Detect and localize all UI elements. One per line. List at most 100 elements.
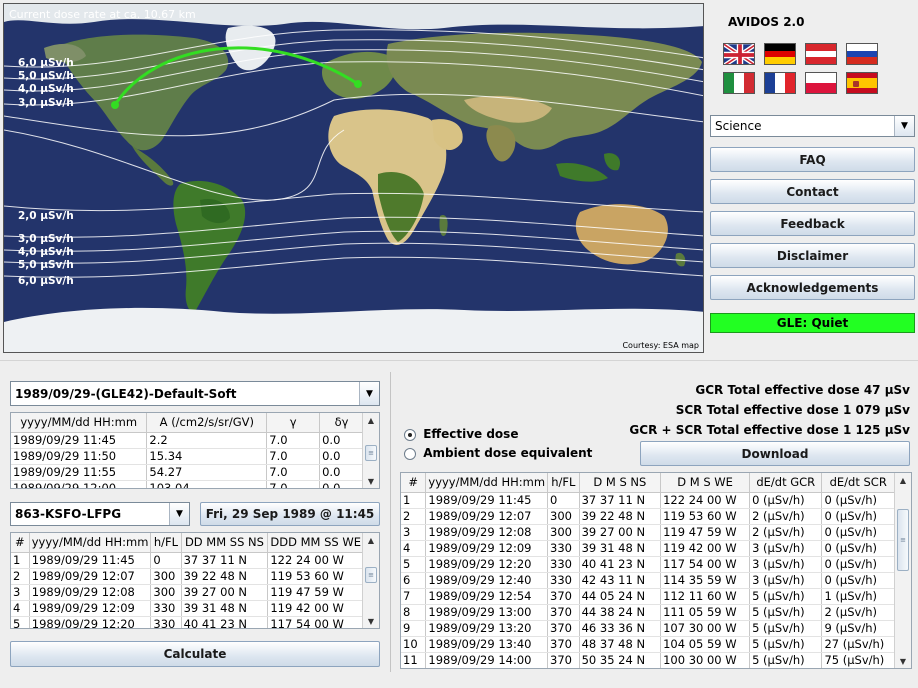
mode-select[interactable]: Science ▼ bbox=[710, 115, 915, 137]
scroll-thumb[interactable]: ≡ bbox=[365, 445, 377, 461]
scenario-select[interactable]: 1989/09/29-(GLE42)-Default-Soft ▼ bbox=[10, 381, 380, 406]
poland-flag-icon[interactable] bbox=[805, 72, 837, 94]
table-row[interactable]: 1989/09/29 11:55 54.27 7.0 0.0 bbox=[11, 464, 364, 481]
table-row[interactable]: 3 1989/09/29 12:08 300 39 27 00 N 119 47… bbox=[11, 584, 364, 601]
column-header[interactable]: yyyy/MM/dd HH:mm bbox=[29, 533, 152, 553]
table-cell: 46 33 36 N bbox=[579, 620, 662, 637]
results-table[interactable]: # yyyy/MM/dd HH:mm h/FL D M S NS D M S W… bbox=[400, 472, 912, 669]
ambient-dose-radio[interactable]: Ambient dose equivalent bbox=[404, 446, 592, 460]
table-row[interactable]: 1989/09/29 11:50 15.34 7.0 0.0 bbox=[11, 448, 364, 465]
table-row[interactable]: 4 1989/09/29 12:09 330 39 31 48 N 119 42… bbox=[11, 600, 364, 617]
results-table-scrollbar[interactable]: ▲ ≡ ▼ bbox=[894, 473, 911, 668]
table-row[interactable]: 7 1989/09/29 12:54 370 44 05 24 N 112 11… bbox=[401, 588, 895, 605]
table-row[interactable]: 5 1989/09/29 12:20 330 40 41 23 N 117 54… bbox=[11, 616, 364, 628]
table-cell: 15.34 bbox=[146, 448, 268, 465]
effective-dose-radio[interactable]: Effective dose bbox=[404, 427, 518, 441]
table-cell: 0.0 bbox=[319, 480, 364, 488]
table-cell: 54.27 bbox=[146, 464, 268, 481]
table-cell: 48 37 48 N bbox=[579, 636, 662, 653]
table-row[interactable]: 1 1989/09/29 11:45 0 37 37 11 N 122 24 0… bbox=[401, 492, 895, 509]
column-header[interactable]: D M S WE bbox=[660, 473, 751, 493]
scroll-down-icon[interactable]: ▼ bbox=[895, 654, 911, 668]
chevron-down-icon[interactable]: ▼ bbox=[169, 503, 189, 525]
germany-flag-icon[interactable] bbox=[764, 43, 796, 65]
table-cell: 1989/09/29 12:20 bbox=[29, 616, 152, 628]
faq-button[interactable]: FAQ bbox=[710, 147, 915, 172]
table-row[interactable]: 2 1989/09/29 12:07 300 39 22 48 N 119 53… bbox=[11, 568, 364, 585]
table-cell: 39 27 00 N bbox=[579, 524, 662, 541]
column-header[interactable]: h/FL bbox=[547, 473, 580, 493]
table-cell: 0 (µSv/h) bbox=[821, 508, 895, 525]
north-dose-labels: 6,0 µSv/h 5,0 µSv/h 4,0 µSv/h 3,0 µSv/h bbox=[18, 56, 74, 110]
scroll-down-icon[interactable]: ▼ bbox=[363, 474, 379, 488]
calculate-button[interactable]: Calculate bbox=[10, 641, 380, 667]
column-header[interactable]: yyyy/MM/dd HH:mm bbox=[11, 413, 148, 433]
column-header[interactable]: A (/cm2/s/sr/GV) bbox=[146, 413, 268, 433]
table-row[interactable]: 3 1989/09/29 12:08 300 39 27 00 N 119 47… bbox=[401, 524, 895, 541]
spectrum-table[interactable]: yyyy/MM/dd HH:mm A (/cm2/s/sr/GV) γ δγ 1… bbox=[10, 412, 380, 489]
flight-table[interactable]: # yyyy/MM/dd HH:mm h/FL DD MM SS NS DDD … bbox=[10, 532, 380, 629]
scroll-thumb[interactable]: ≡ bbox=[365, 567, 377, 583]
austria-flag-icon[interactable] bbox=[805, 43, 837, 65]
russia-flag-icon[interactable] bbox=[846, 43, 878, 65]
uk-flag-icon[interactable] bbox=[723, 43, 755, 65]
column-header[interactable]: DD MM SS NS bbox=[181, 533, 269, 553]
table-row[interactable]: 5 1989/09/29 12:20 330 40 41 23 N 117 54… bbox=[401, 556, 895, 573]
table-cell: 0 bbox=[547, 492, 580, 509]
table-cell: 117 54 00 W bbox=[267, 616, 364, 628]
chevron-down-icon[interactable]: ▼ bbox=[894, 116, 914, 136]
table-cell: 330 bbox=[150, 600, 182, 617]
column-header[interactable]: dE/dt GCR bbox=[749, 473, 823, 493]
spain-flag-icon[interactable] bbox=[846, 72, 878, 94]
table-cell: 1989/09/29 13:20 bbox=[425, 620, 549, 637]
table-cell: 119 47 59 W bbox=[660, 524, 751, 541]
column-header[interactable]: δγ bbox=[319, 413, 364, 433]
column-header[interactable]: γ bbox=[266, 413, 321, 433]
table-cell: 107 30 00 W bbox=[660, 620, 751, 637]
table-cell: 119 42 00 W bbox=[267, 600, 364, 617]
table-row[interactable]: 2 1989/09/29 12:07 300 39 22 48 N 119 53… bbox=[401, 508, 895, 525]
column-header[interactable]: # bbox=[401, 473, 427, 493]
feedback-button[interactable]: Feedback bbox=[710, 211, 915, 236]
ambient-dose-label: Ambient dose equivalent bbox=[423, 446, 593, 460]
column-header[interactable]: dE/dt SCR bbox=[821, 473, 895, 493]
table-row[interactable]: 1989/09/29 12:00 103.04 7.0 0.0 bbox=[11, 480, 364, 488]
table-row[interactable]: 10 1989/09/29 13:40 370 48 37 48 N 104 0… bbox=[401, 636, 895, 653]
contact-button[interactable]: Contact bbox=[710, 179, 915, 204]
chevron-down-icon[interactable]: ▼ bbox=[359, 382, 379, 405]
dose-rate-map[interactable]: Current dose rate at ca. 10.67 km 6,0 µS… bbox=[3, 3, 704, 353]
italy-flag-icon[interactable] bbox=[723, 72, 755, 94]
radio-selected-icon[interactable] bbox=[404, 428, 416, 441]
spectrum-table-scrollbar[interactable]: ▲ ≡ ▼ bbox=[362, 413, 379, 488]
table-row[interactable]: 4 1989/09/29 12:09 330 39 31 48 N 119 42… bbox=[401, 540, 895, 557]
scroll-thumb[interactable]: ≡ bbox=[897, 509, 909, 571]
mode-select-value: Science bbox=[715, 119, 762, 133]
table-row[interactable]: 1 1989/09/29 11:45 0 37 37 11 N 122 24 0… bbox=[11, 552, 364, 569]
disclaimer-button[interactable]: Disclaimer bbox=[710, 243, 915, 268]
table-cell: 0.0 bbox=[319, 464, 364, 481]
column-header[interactable]: yyyy/MM/dd HH:mm bbox=[425, 473, 549, 493]
table-row[interactable]: 6 1989/09/29 12:40 330 42 43 11 N 114 35… bbox=[401, 572, 895, 589]
table-row[interactable]: 1989/09/29 11:45 2.2 7.0 0.0 bbox=[11, 432, 364, 449]
table-cell: 1 bbox=[11, 552, 30, 569]
table-cell: 1989/09/29 14:00 bbox=[425, 652, 549, 668]
table-row[interactable]: 9 1989/09/29 13:20 370 46 33 36 N 107 30… bbox=[401, 620, 895, 637]
table-row[interactable]: 8 1989/09/29 13:00 370 44 38 24 N 111 05… bbox=[401, 604, 895, 621]
flight-select[interactable]: 863-KSFO-LFPG ▼ bbox=[10, 502, 190, 526]
column-header[interactable]: # bbox=[11, 533, 30, 553]
scroll-down-icon[interactable]: ▼ bbox=[363, 614, 379, 628]
scroll-up-icon[interactable]: ▲ bbox=[895, 473, 911, 487]
scroll-up-icon[interactable]: ▲ bbox=[363, 533, 379, 547]
flight-table-scrollbar[interactable]: ▲ ≡ ▼ bbox=[362, 533, 379, 628]
download-button[interactable]: Download bbox=[640, 441, 910, 466]
flight-date-button[interactable]: Fri, 29 Sep 1989 @ 11:45 bbox=[200, 502, 380, 526]
column-header[interactable]: D M S NS bbox=[579, 473, 662, 493]
column-header[interactable]: DDD MM SS WE bbox=[267, 533, 364, 553]
table-row[interactable]: 11 1989/09/29 14:00 370 50 35 24 N 100 3… bbox=[401, 652, 895, 668]
scroll-up-icon[interactable]: ▲ bbox=[363, 413, 379, 427]
acknowledgements-button[interactable]: Acknowledgements bbox=[710, 275, 915, 300]
france-flag-icon[interactable] bbox=[764, 72, 796, 94]
radio-unselected-icon[interactable] bbox=[404, 447, 416, 460]
table-cell: 119 47 59 W bbox=[267, 584, 364, 601]
column-header[interactable]: h/FL bbox=[150, 533, 182, 553]
